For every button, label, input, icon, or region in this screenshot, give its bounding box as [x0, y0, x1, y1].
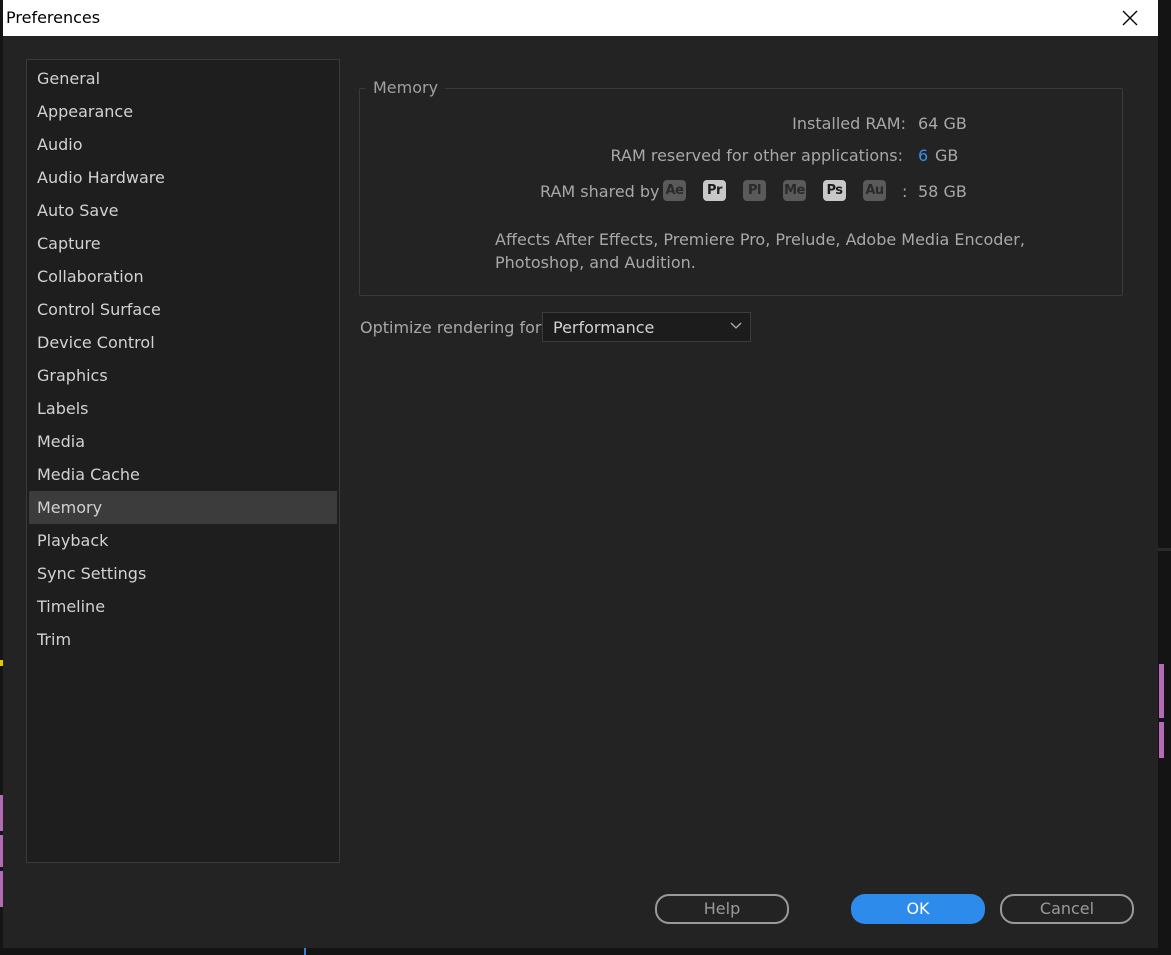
after-effects-badge: Ae — [663, 180, 686, 201]
premiere-pro-badge: Pr — [703, 180, 726, 201]
sidebar-item-label: Control Surface — [37, 300, 161, 319]
sidebar-item-memory[interactable]: Memory — [29, 491, 337, 524]
sidebar-item-label: Collaboration — [37, 267, 144, 286]
sidebar-item-capture[interactable]: Capture — [29, 227, 337, 260]
optimize-rendering-label: Optimize rendering for: — [360, 318, 547, 337]
sidebar-item-label: Sync Settings — [37, 564, 147, 583]
ram-shared-label: RAM shared by — [540, 182, 660, 201]
sidebar-item-appearance[interactable]: Appearance — [29, 95, 337, 128]
background-clip-marker — [1159, 722, 1164, 758]
close-button[interactable] — [1108, 2, 1152, 34]
sidebar-item-label: Capture — [37, 234, 101, 253]
sidebar-item-label: Audio — [37, 135, 83, 154]
sidebar-item-label: Auto Save — [37, 201, 119, 220]
memory-group-box — [359, 88, 1123, 296]
sidebar-item-labels[interactable]: Labels — [29, 392, 337, 425]
preferences-dialog: Preferences General Appearance Audio Aud… — [3, 0, 1158, 948]
sidebar-item-label: Audio Hardware — [37, 168, 165, 187]
sidebar-item-general[interactable]: General — [29, 62, 337, 95]
sidebar-item-label: Media — [37, 432, 86, 451]
background-clip-marker — [1159, 664, 1164, 718]
ok-button[interactable]: OK — [851, 894, 985, 924]
sidebar-item-graphics[interactable]: Graphics — [29, 359, 337, 392]
background-divider — [1158, 548, 1171, 551]
sidebar-item-label: Timeline — [37, 597, 106, 616]
sidebar-item-label: Appearance — [37, 102, 134, 121]
preferences-category-list: General Appearance Audio Audio Hardware … — [26, 59, 340, 863]
window-title: Preferences — [6, 8, 101, 27]
installed-ram-value: 64 GB — [918, 114, 967, 133]
sidebar-item-trim[interactable]: Trim — [29, 623, 337, 656]
ram-shared-value: 58 GB — [918, 182, 967, 201]
sidebar-item-media-cache[interactable]: Media Cache — [29, 458, 337, 491]
photoshop-badge: Ps — [823, 180, 846, 201]
sidebar-item-label: Media Cache — [37, 465, 140, 484]
cancel-button[interactable]: Cancel — [1000, 894, 1134, 924]
sidebar-item-label: General — [37, 69, 101, 88]
ram-reserved-label: RAM reserved for other applications: — [610, 146, 903, 165]
ram-shared-separator: : — [902, 182, 908, 201]
ram-reserved-input[interactable]: 6 — [918, 146, 928, 166]
sidebar-item-label: Playback — [37, 531, 109, 550]
sidebar-item-playback[interactable]: Playback — [29, 524, 337, 557]
sidebar-item-label: Graphics — [37, 366, 108, 385]
help-button[interactable]: Help — [655, 894, 789, 924]
sidebar-item-auto-save[interactable]: Auto Save — [29, 194, 337, 227]
dropdown-selected-value: Performance — [553, 318, 655, 337]
background-playhead-line — [304, 948, 306, 955]
optimize-rendering-dropdown[interactable]: Performance — [542, 312, 751, 342]
media-encoder-badge: Me — [783, 180, 806, 201]
sidebar-item-control-surface[interactable]: Control Surface — [29, 293, 337, 326]
ram-reserved-unit: GB — [935, 146, 959, 165]
sidebar-item-label: Trim — [37, 630, 72, 649]
sidebar-item-label: Memory — [37, 498, 103, 517]
memory-note-line-1: Affects After Effects, Premiere Pro, Pre… — [495, 230, 1025, 249]
memory-group-title: Memory — [366, 78, 446, 98]
audition-badge: Au — [863, 180, 886, 201]
sidebar-item-label: Labels — [37, 399, 89, 418]
sidebar-item-sync-settings[interactable]: Sync Settings — [29, 557, 337, 590]
sidebar-item-device-control[interactable]: Device Control — [29, 326, 337, 359]
installed-ram-label: Installed RAM: — [792, 114, 906, 133]
sidebar-item-collaboration[interactable]: Collaboration — [29, 260, 337, 293]
sidebar-item-audio-hardware[interactable]: Audio Hardware — [29, 161, 337, 194]
sidebar-item-label: Device Control — [37, 333, 155, 352]
sidebar-item-audio[interactable]: Audio — [29, 128, 337, 161]
title-bar: Preferences — [3, 0, 1158, 36]
sidebar-item-media[interactable]: Media — [29, 425, 337, 458]
close-icon — [1122, 10, 1138, 26]
sidebar-item-timeline[interactable]: Timeline — [29, 590, 337, 623]
memory-note-line-2: Photoshop, and Audition. — [495, 253, 696, 272]
prelude-badge: Pl — [743, 180, 766, 201]
chevron-down-icon — [730, 322, 742, 329]
